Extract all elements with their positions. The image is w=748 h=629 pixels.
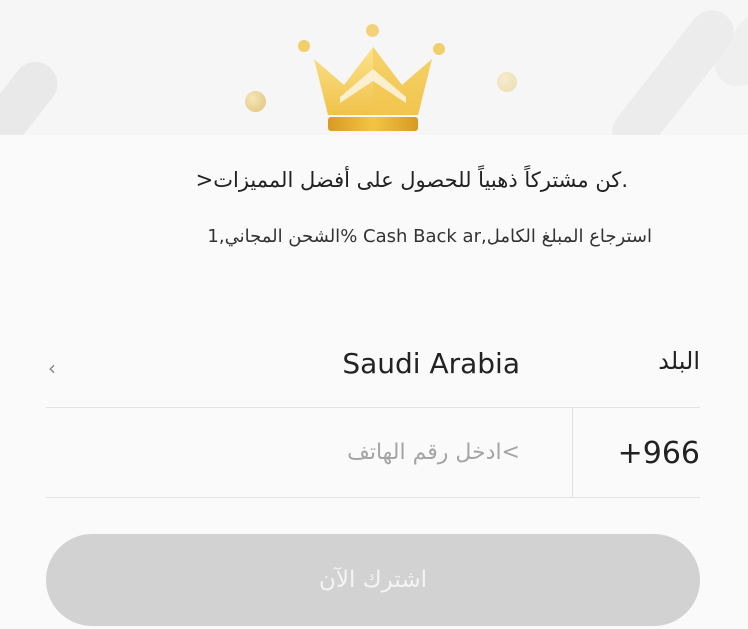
subscription-screen: >كن مشتركاً ذهبياً للحصول على أفضل الممي… [0,0,748,629]
country-label: البلد [658,347,700,375]
phone-row: +966 [46,408,700,498]
hero-banner [0,0,748,135]
divider [572,408,573,497]
country-value: Saudi Arabia [342,347,520,380]
country-selector[interactable]: ‹ Saudi Arabia البلد [46,333,700,408]
membership-headline: >كن مشتركاً ذهبياً للحصول على أفضل الممي… [195,168,628,192]
crown-icon [314,47,432,131]
chevron-left-icon: ‹ [48,356,56,380]
decorative-stripe [0,53,67,135]
decorative-dot [497,72,517,92]
decorative-dot [245,91,266,112]
subscribe-button[interactable]: اشترك الآن [46,534,700,626]
crown-jewel-dot [366,24,379,37]
crown-jewel-dot [298,40,310,52]
phone-number-input[interactable] [46,408,572,497]
benefits-text: الشحن المجاني,1% Cash Back ar,استرجاع ال… [207,226,652,247]
country-code: +966 [617,436,700,471]
